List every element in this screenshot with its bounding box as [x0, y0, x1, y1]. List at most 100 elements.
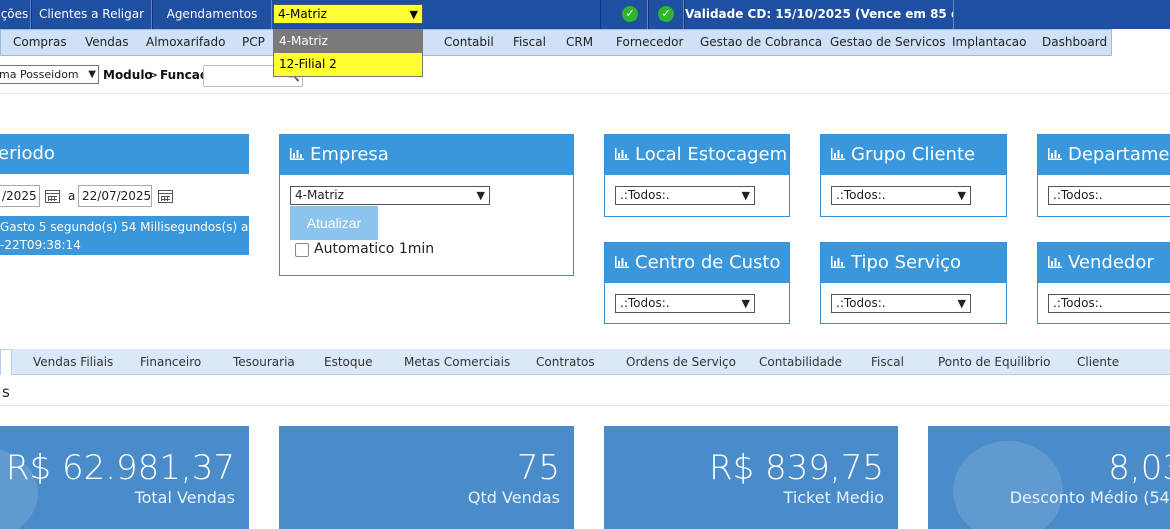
local-estocagem-select[interactable]: .:Todos:. ▼ — [615, 186, 755, 205]
kpi-label: Total Vendas — [134, 488, 235, 507]
bar-chart-icon — [615, 256, 629, 268]
menu-item-gestao-servicos[interactable]: Gestao de Servicos — [830, 30, 946, 55]
menu-item-compras[interactable]: Compras — [13, 30, 67, 55]
menu-item-contabil[interactable]: Contabil — [444, 30, 494, 55]
filter-panel-header: Grupo Cliente — [821, 135, 1006, 175]
company-select-value: 4-Matriz — [278, 7, 327, 21]
bar-chart-icon — [290, 148, 304, 160]
bar-chart-icon — [831, 256, 845, 268]
centro-custo-select[interactable]: .:Todos:. ▼ — [615, 294, 755, 313]
kpi-card-desconto-medio: 8,03 Desconto Médio (549 — [928, 426, 1170, 529]
tab-tesouraria[interactable]: Tesouraria — [233, 349, 295, 375]
menu-item-vendas[interactable]: Vendas — [85, 30, 129, 55]
filter-panel-header: Local Estocagem — [605, 135, 789, 175]
system-select-value: ma Posseidom — [0, 68, 79, 81]
dropdown-option-filial-2[interactable]: 12-Filial 2 — [274, 53, 422, 76]
select-value: .:Todos:. — [836, 188, 886, 202]
check-circle-icon: ✓ — [658, 6, 674, 22]
chevron-down-icon: ▼ — [957, 297, 966, 310]
filter-panel-header: Vendedor — [1038, 243, 1170, 283]
empresa-panel-header: Empresa — [280, 135, 573, 175]
tipo-servico-select[interactable]: .:Todos:. ▼ — [831, 294, 971, 313]
grupo-cliente-select[interactable]: .:Todos:. ▼ — [831, 186, 971, 205]
tab-contratos[interactable]: Contratos — [536, 349, 595, 375]
departamento-select[interactable]: .:Todos:. — [1048, 186, 1170, 205]
divider — [0, 405, 1170, 406]
check-circle-icon: ✓ — [622, 6, 638, 22]
date-to-input[interactable]: 22/07/2025 — [78, 185, 152, 207]
breadcrumb-funcao: Funcao — [160, 68, 209, 82]
system-select[interactable]: ma Posseidom ▼ — [0, 65, 99, 84]
auto-refresh-checkbox[interactable] — [295, 243, 309, 257]
atualizar-button[interactable]: Atualizar — [290, 206, 378, 240]
filter-title: Grupo Cliente — [851, 144, 976, 165]
kpi-card-ticket-medio: R$ 839,75 Ticket Medio — [604, 426, 898, 529]
tab-estoque[interactable]: Estoque — [324, 349, 373, 375]
date-from-input[interactable]: /2025 — [0, 185, 40, 207]
kpi-value: R$ 839,75 — [708, 448, 884, 488]
dropdown-option-matriz[interactable]: 4-Matriz — [274, 30, 422, 53]
filter-title: Vendedor — [1068, 252, 1154, 273]
filter-title: Centro de Custo — [635, 252, 781, 273]
periodo-panel-title: eriodo — [0, 134, 249, 174]
chevron-down-icon: ▼ — [409, 8, 418, 21]
vendedor-select[interactable]: .:Todos:. — [1048, 294, 1170, 313]
menu-item-crm[interactable]: CRM — [566, 30, 593, 55]
calendar-icon[interactable] — [158, 190, 173, 203]
topbar-item-clientes-religar[interactable]: Clientes a Religar — [31, 0, 152, 29]
tab-vendas-filiais[interactable]: Vendas Filiais — [33, 349, 113, 375]
menu-item-almoxarifado[interactable]: Almoxarifado — [146, 30, 225, 55]
filter-panel-header: Departamen — [1038, 135, 1170, 175]
breadcrumb-separator: > — [148, 68, 159, 82]
menu-item-fornecedor[interactable]: Fornecedor — [616, 30, 683, 55]
top-bar: ções Clientes a Religar Agendamentos 4-M… — [0, 0, 1170, 29]
tab-fiscal[interactable]: Fiscal — [871, 349, 904, 375]
kpi-label: Ticket Medio — [783, 488, 884, 507]
breadcrumb-modulo: Modulo — [103, 68, 153, 82]
menu-item-pcp[interactable]: PCP — [242, 30, 265, 55]
kpi-label: Desconto Médio (549 — [1009, 488, 1170, 507]
select-value: .:Todos:. — [620, 188, 670, 202]
filter-title: Departamen — [1068, 144, 1170, 165]
kpi-value: R$ 62.981,37 — [5, 448, 235, 488]
tab-active[interactable] — [0, 349, 12, 375]
topbar-item-partial[interactable]: ções — [0, 0, 31, 29]
menu-item-gestao-cobranca[interactable]: Gestao de Cobranca — [700, 30, 822, 55]
chevron-down-icon: ▼ — [476, 189, 485, 202]
tab-cliente[interactable]: Cliente — [1077, 349, 1119, 375]
tag-icon — [953, 441, 1063, 529]
empresa-select[interactable]: 4-Matriz ▼ — [290, 186, 490, 205]
chevron-down-icon: ▼ — [88, 66, 96, 83]
company-dropdown-list: 4-Matriz 12-Filial 2 — [273, 29, 423, 77]
company-select[interactable]: 4-Matriz ▼ — [273, 4, 423, 24]
tab-ordens-servico[interactable]: Ordens de Serviço — [626, 349, 736, 375]
calendar-icon[interactable] — [45, 190, 60, 203]
tab-metas-comerciais[interactable]: Metas Comerciais — [404, 349, 510, 375]
bar-chart-icon — [1048, 256, 1062, 268]
tab-contabilidade[interactable]: Contabilidade — [759, 349, 842, 375]
empresa-select-value: 4-Matriz — [295, 188, 344, 202]
main-menu: Compras Vendas Almoxarifado PCP Contabil… — [0, 29, 1112, 56]
divider — [0, 93, 1170, 94]
kpi-value: 75 — [516, 448, 560, 488]
menu-item-implantacao[interactable]: Implantacao — [952, 30, 1027, 55]
topbar-item-agendamentos[interactable]: Agendamentos — [152, 0, 272, 29]
bar-chart-icon — [831, 148, 845, 160]
empresa-panel-title: Empresa — [310, 144, 389, 165]
tab-ponto-equilibrio[interactable]: Ponto de Equilibrio — [938, 349, 1050, 375]
tab-financeiro[interactable]: Financeiro — [140, 349, 201, 375]
select-value: .:Todos:. — [836, 296, 886, 310]
auto-refresh-label: Automatico 1min — [314, 241, 435, 257]
filter-panel-header: Centro de Custo — [605, 243, 789, 283]
kpi-card-total-vendas: R$ 62.981,37 Total Vendas — [0, 426, 249, 529]
select-value: .:Todos:. — [1053, 188, 1103, 202]
bar-chart-icon — [615, 148, 629, 160]
select-value: .:Todos:. — [620, 296, 670, 310]
date-range-separator: a — [68, 189, 76, 203]
menu-item-dashboard[interactable]: Dashboard — [1042, 30, 1107, 55]
menu-item-fiscal[interactable]: Fiscal — [513, 30, 546, 55]
section-title: s — [2, 383, 10, 401]
chevron-down-icon: ▼ — [957, 189, 966, 202]
filter-title: Local Estocagem — [635, 144, 788, 165]
kpi-card-qtd-vendas: 75 Qtd Vendas — [279, 426, 574, 529]
